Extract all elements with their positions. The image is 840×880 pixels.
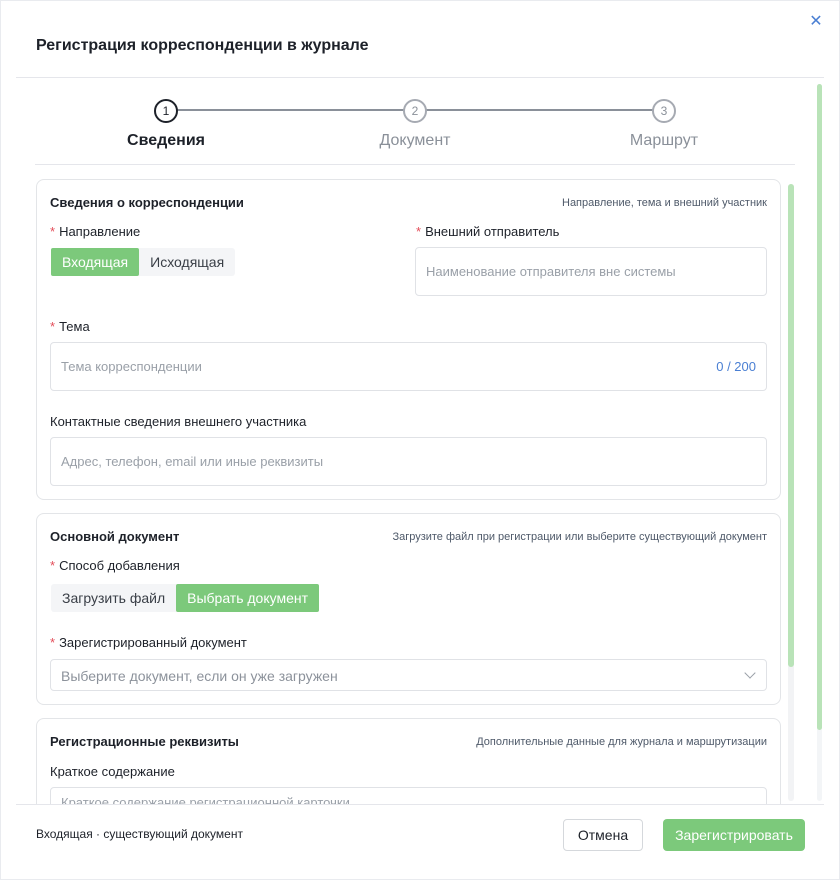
step-1-label[interactable]: Сведения [86, 132, 246, 150]
registered-doc-placeholder: Выберите документ, если он уже загружен [61, 668, 338, 684]
sender-input[interactable]: Наименование отправителя вне системы [415, 247, 767, 296]
card-hint: Дополнительные данные для журнала и марш… [476, 736, 767, 748]
subject-char-counter: 0 / 200 [716, 359, 756, 374]
contacts-label: Контактные сведения внешнего участника [50, 414, 307, 429]
registration-details-card: Регистрационные реквизиты Дополнительные… [36, 718, 781, 804]
content-scrollbar-thumb[interactable] [788, 184, 794, 667]
step-3-circle[interactable]: 3 [652, 99, 676, 123]
header-divider [16, 77, 824, 78]
chevron-down-icon [744, 667, 756, 679]
method-label: * Способ добавления [50, 558, 180, 573]
footer-status: Входящая · существующий документ [36, 827, 243, 841]
direction-label: * Направление [50, 224, 141, 239]
subject-input[interactable]: Тема корреспонденции 0 / 200 [50, 342, 767, 391]
sender-label: * Внешний отправитель [416, 224, 560, 239]
sender-placeholder: Наименование отправителя вне системы [426, 264, 676, 279]
registration-dialog: Регистрация корреспонденции в журнале ✕ … [0, 0, 840, 880]
card-title: Регистрационные реквизиты [50, 734, 239, 749]
step-3-label[interactable]: Маршрут [584, 132, 744, 150]
card-title: Основной документ [50, 529, 180, 544]
cancel-button[interactable]: Отмена [563, 819, 643, 851]
summary-label: Краткое содержание [50, 764, 175, 779]
summary-placeholder: Краткое содержание регистрационной карто… [61, 795, 350, 804]
dialog-title: Регистрация корреспонденции в журнале [36, 37, 369, 54]
upload-file-button[interactable]: Загрузить файл [51, 584, 176, 612]
direction-outgoing-button[interactable]: Исходящая [139, 248, 235, 276]
contacts-placeholder: Адрес, телефон, email или иные реквизиты [61, 454, 324, 469]
step-2-label[interactable]: Документ [335, 132, 495, 150]
direction-toggle: Входящая Исходящая [51, 248, 236, 276]
subject-label: * Тема [50, 319, 90, 334]
correspondence-info-card: Сведения о корреспонденции Направление, … [36, 179, 781, 500]
step-1-circle[interactable]: 1 [154, 99, 178, 123]
card-title: Сведения о корреспонденции [50, 195, 244, 210]
stepper-divider [35, 164, 795, 165]
main-document-card: Основной документ Загрузите файл при рег… [36, 513, 781, 705]
subject-placeholder: Тема корреспонденции [61, 359, 202, 374]
summary-input[interactable]: Краткое содержание регистрационной карто… [50, 787, 767, 804]
card-hint: Загрузите файл при регистрации или выбер… [392, 531, 767, 543]
direction-incoming-button[interactable]: Входящая [51, 248, 140, 276]
step-2-circle[interactable]: 2 [403, 99, 427, 123]
step-connector-2 [424, 109, 653, 111]
card-hint: Направление, тема и внешний участник [562, 197, 767, 209]
close-icon[interactable]: ✕ [808, 14, 824, 30]
footer-divider [16, 804, 824, 805]
dialog-scrollbar-thumb[interactable] [817, 84, 822, 730]
registered-doc-label: * Зарегистрированный документ [50, 635, 247, 650]
method-toggle: Загрузить файл Выбрать документ [51, 584, 320, 612]
select-document-button[interactable]: Выбрать документ [176, 584, 320, 612]
step-connector-1 [176, 109, 404, 111]
contacts-input[interactable]: Адрес, телефон, email или иные реквизиты [50, 437, 767, 486]
register-button[interactable]: Зарегистрировать [663, 819, 805, 851]
registered-doc-select[interactable]: Выберите документ, если он уже загружен [50, 659, 767, 691]
